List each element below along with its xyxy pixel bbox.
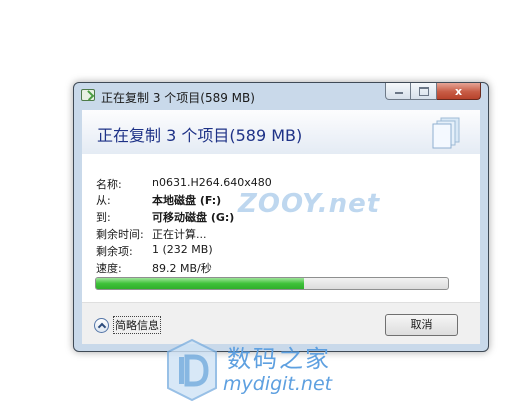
watermark-overlay-text: ZOOY.net: [238, 189, 381, 219]
progress-fill: [96, 278, 304, 289]
minimize-button[interactable]: [385, 83, 411, 100]
detail-value: 正在计算...: [152, 228, 207, 241]
watermark-site-url: mydigit.net: [223, 373, 333, 395]
maximize-button[interactable]: [411, 83, 437, 100]
chevron-up-icon: [94, 317, 109, 333]
detail-label: 剩余项:: [96, 245, 133, 258]
detail-value[interactable]: 可移动磁盘 (G:): [152, 209, 234, 225]
dialog-header: 正在复制 3 个项目(589 MB): [82, 110, 480, 155]
document-stack-icon: [432, 117, 460, 149]
window-title: 正在复制 3 个项目(589 MB): [101, 91, 255, 105]
detail-label: 到:: [96, 211, 111, 224]
detail-label: 名称:: [96, 178, 122, 191]
close-button[interactable]: x: [437, 83, 481, 100]
detail-label: 从:: [96, 194, 111, 207]
more-info-toggle[interactable]: 简略信息: [94, 315, 161, 335]
detail-label: 剩余时间:: [96, 228, 144, 241]
copy-check-icon: [81, 89, 95, 101]
more-info-label: 简略信息: [113, 316, 161, 334]
caption-buttons: x: [385, 83, 481, 101]
title-bar[interactable]: 正在复制 3 个项目(589 MB) x: [74, 83, 488, 109]
mydigit-logo-icon: [167, 338, 217, 402]
detail-value: 89.2 MB/秒: [152, 262, 212, 275]
cancel-button[interactable]: 取消: [385, 314, 458, 336]
close-icon: x: [454, 85, 463, 98]
detail-label: 速度:: [96, 262, 122, 275]
detail-value: n0631.H264.640x480: [152, 176, 272, 189]
detail-value[interactable]: 本地磁盘 (F:): [152, 192, 221, 208]
detail-value: 1 (232 MB): [152, 243, 213, 256]
copy-progress-bar: [95, 277, 449, 290]
header-title: 正在复制 3 个项目(589 MB): [97, 126, 303, 145]
watermark-site-name: 数码之家: [227, 345, 331, 373]
